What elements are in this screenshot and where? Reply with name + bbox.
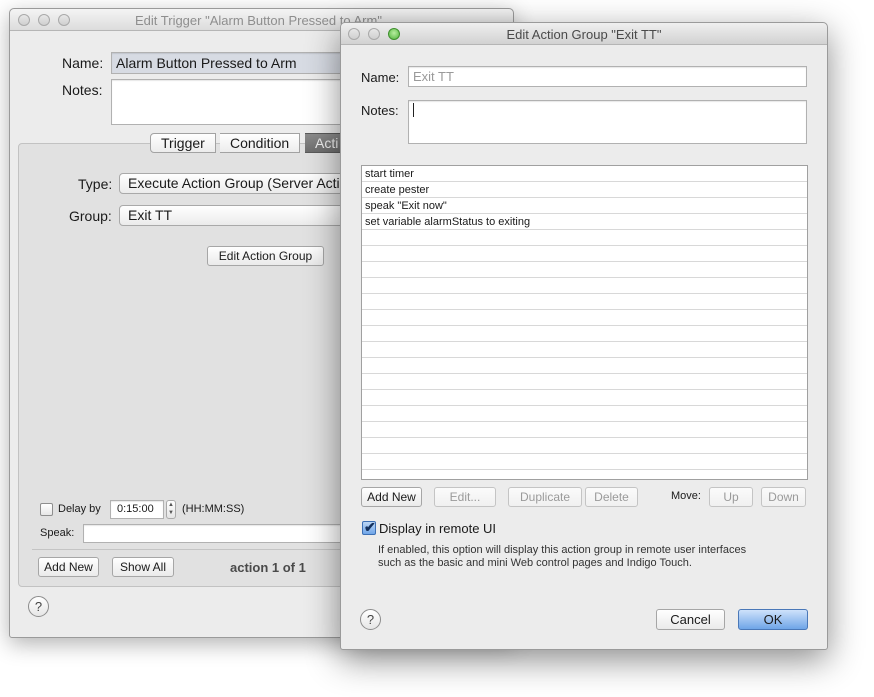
group-help-button[interactable]: ? <box>360 609 381 630</box>
add-new-button[interactable]: Add New <box>361 487 422 507</box>
trigger-help-button[interactable]: ? <box>28 596 49 617</box>
delay-checkbox[interactable] <box>40 503 53 516</box>
stepper-icon[interactable]: ▲ ▼ <box>166 500 176 519</box>
edit-button[interactable]: Edit... <box>434 487 496 507</box>
delay-time-input[interactable]: 0:15:00 <box>110 500 164 519</box>
display-remote-desc-line2: such as the basic and mini Web control p… <box>378 557 692 569</box>
speak-input[interactable] <box>83 524 373 543</box>
group-name-input[interactable]: Exit TT <box>408 66 807 87</box>
trigger-notes-label: Notes: <box>62 82 103 98</box>
group-notes-input[interactable] <box>408 100 807 144</box>
delay-format-label: (HH:MM:SS) <box>182 503 245 515</box>
display-remote-desc-line1: If enabled, this option will display thi… <box>378 544 747 556</box>
show-all-button[interactable]: Show All <box>112 557 174 577</box>
tab-condition[interactable]: Condition <box>220 133 301 153</box>
action-group-window-title: Edit Action Group "Exit TT" <box>506 27 662 42</box>
actions-list[interactable]: start timer create pester speak "Exit no… <box>361 165 808 480</box>
list-item[interactable]: start timer <box>362 166 807 182</box>
list-item[interactable]: create pester <box>362 182 807 198</box>
type-popup[interactable]: Execute Action Group (Server Acti <box>119 173 359 194</box>
trigger-name-label: Name: <box>62 55 104 71</box>
speak-label: Speak: <box>40 527 75 539</box>
action-counter: action 1 of 1 <box>230 560 306 575</box>
tab-trigger[interactable]: Trigger <box>150 133 216 153</box>
list-item[interactable]: speak "Exit now" <box>362 198 807 214</box>
edit-action-group-button[interactable]: Edit Action Group <box>207 246 324 266</box>
group-label: Group: <box>69 208 112 224</box>
trigger-notes-input[interactable] <box>111 79 371 125</box>
type-label: Type: <box>78 176 113 192</box>
list-item[interactable]: set variable alarmStatus to exiting <box>362 214 807 230</box>
group-notes-label: Notes: <box>361 103 399 118</box>
action-group-titlebar: Edit Action Group "Exit TT" <box>341 23 827 45</box>
group-name-label: Name: <box>361 70 400 85</box>
group-popup[interactable]: Exit TT <box>119 205 359 226</box>
ok-button[interactable]: OK <box>738 609 808 630</box>
trigger-name-input[interactable]: Alarm Button Pressed to Arm <box>111 52 371 74</box>
divider <box>32 549 372 550</box>
text-cursor <box>413 103 414 117</box>
checkmark-icon: ✔ <box>364 519 376 535</box>
cancel-button[interactable]: Cancel <box>656 609 725 630</box>
display-remote-checkbox[interactable]: ✔ <box>362 519 376 535</box>
move-down-button[interactable]: Down <box>761 487 806 507</box>
display-remote-label: Display in remote UI <box>379 521 497 536</box>
add-new-action-button[interactable]: Add New <box>38 557 99 577</box>
edit-action-group-window: Edit Action Group "Exit TT" Name: Exit T… <box>340 22 828 650</box>
move-up-button[interactable]: Up <box>709 487 753 507</box>
duplicate-button[interactable]: Duplicate <box>508 487 582 507</box>
move-label: Move: <box>671 490 701 502</box>
delete-button[interactable]: Delete <box>585 487 638 507</box>
delay-label: Delay by <box>58 503 101 515</box>
